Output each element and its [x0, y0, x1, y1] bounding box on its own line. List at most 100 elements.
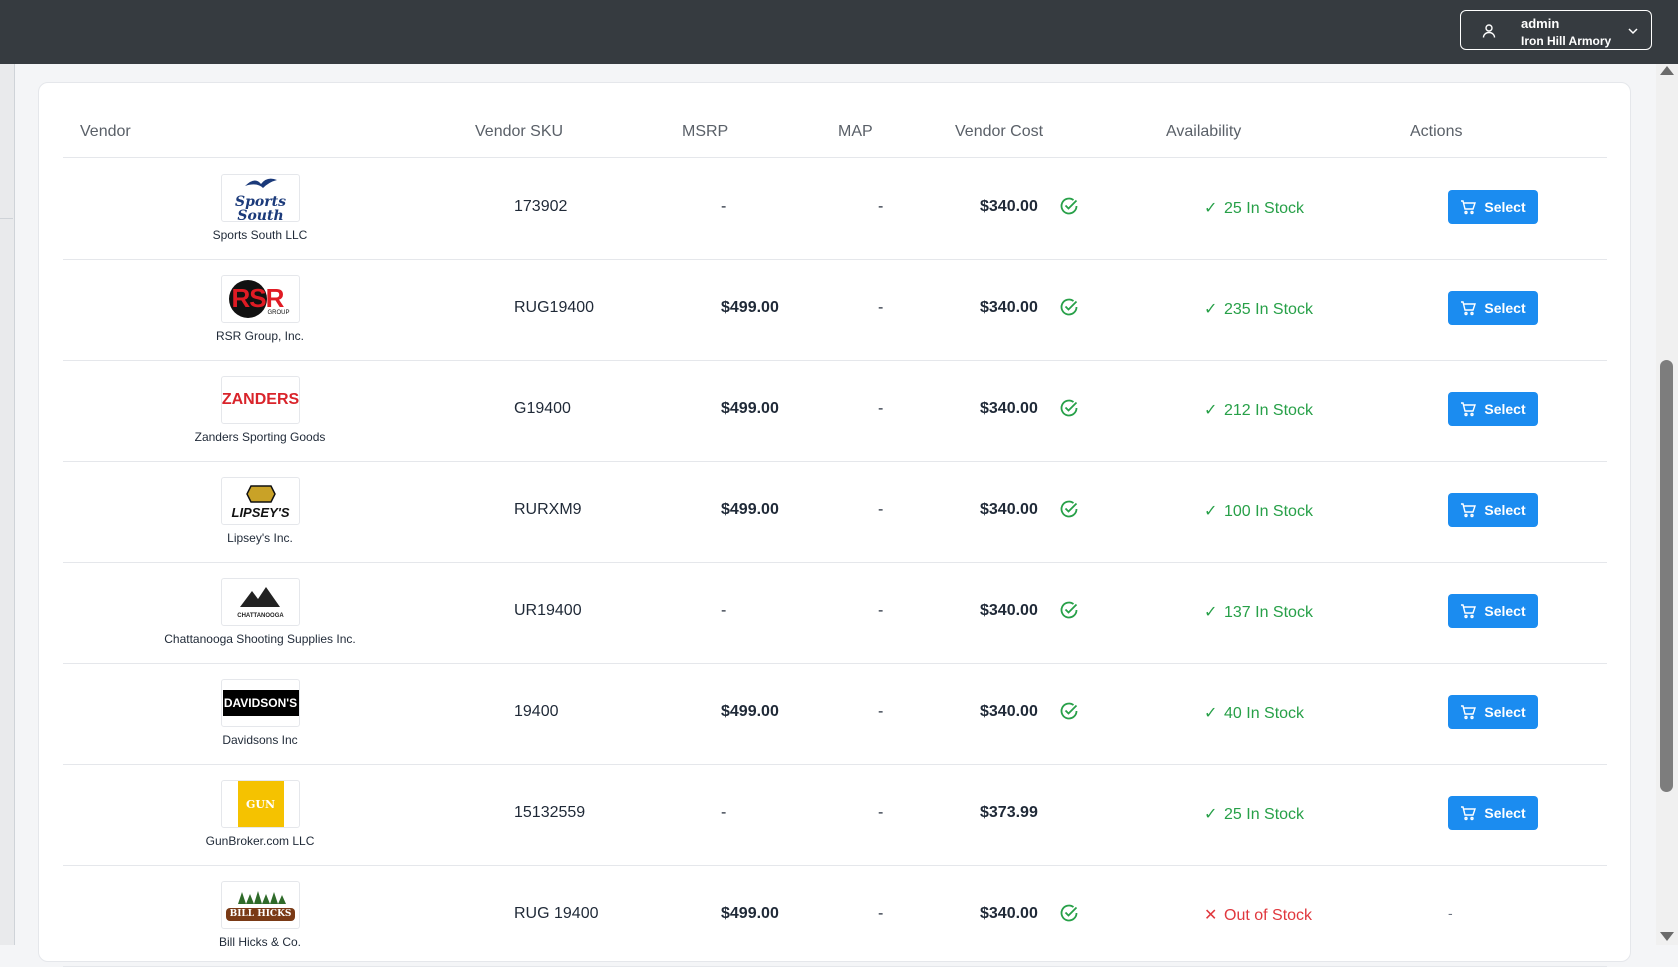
header-vendor-cost: Vendor Cost	[955, 123, 1044, 140]
vendor-sku: RUG19400	[514, 299, 595, 316]
select-button[interactable]: Select	[1448, 190, 1538, 224]
scroll-up-arrow-icon[interactable]	[1660, 66, 1674, 75]
availability-text: 235 In Stock	[1224, 301, 1313, 318]
cart-icon	[1461, 806, 1477, 821]
cart-icon	[1461, 402, 1477, 417]
logo-subtext: GROUP	[267, 310, 290, 316]
gunbroker-logo: GUN	[237, 781, 284, 827]
lipseys-logo: LIPSEY'S	[232, 484, 290, 519]
select-button[interactable]: Select	[1448, 493, 1538, 527]
table-row: BILL HICKS Bill Hicks & Co. RUG 19400 $4…	[63, 865, 1607, 967]
select-button[interactable]: Select	[1448, 392, 1538, 426]
check-circle-icon	[1060, 500, 1078, 518]
side-panel-divider	[0, 64, 13, 219]
availability-status: ✕ Out of Stock	[1204, 905, 1312, 925]
check-icon: ✓	[1204, 301, 1218, 318]
user-menu-button[interactable]: admin Iron Hill Armory	[1460, 10, 1652, 50]
vendor-cost: $340.00	[980, 198, 1038, 215]
vendor-cost: $340.00	[980, 703, 1038, 720]
vendor-logo: CHATTANOOGA	[221, 578, 300, 626]
check-circle-icon	[1060, 197, 1078, 215]
user-name: admin	[1521, 16, 1560, 31]
msrp-value: $499.00	[721, 703, 779, 720]
select-button[interactable]: Select	[1448, 695, 1538, 729]
select-label: Select	[1484, 603, 1526, 619]
availability-text: Out of Stock	[1224, 907, 1313, 924]
vendor-name: Zanders Sporting Goods	[194, 430, 326, 444]
vendor-name: Chattanooga Shooting Supplies Inc.	[164, 632, 356, 646]
select-label: Select	[1484, 805, 1526, 821]
x-icon: ✕	[1204, 907, 1218, 924]
vendor-sku: RUG 19400	[514, 905, 599, 922]
check-circle-icon	[1060, 298, 1078, 316]
user-icon	[1482, 24, 1496, 38]
vendor-logo: DAVIDSON'S	[221, 679, 300, 727]
cart-icon	[1461, 200, 1477, 215]
vendor-name: Sports South LLC	[212, 228, 308, 242]
availability-text: 212 In Stock	[1224, 402, 1313, 419]
vendor-name: Davidsons Inc	[222, 733, 298, 747]
vendor-name: Bill Hicks & Co.	[218, 935, 301, 949]
check-icon: ✓	[1204, 503, 1218, 520]
map-value: -	[878, 299, 884, 316]
select-label: Select	[1484, 401, 1526, 417]
logo-text: Sports South	[235, 193, 286, 222]
vendor-cost: $340.00	[980, 501, 1038, 518]
logo-text: CHATTANOOGA	[237, 613, 284, 619]
top-bar: admin Iron Hill Armory	[0, 0, 1678, 64]
table-row: DAVIDSON'S Davidsons Inc 19400 $499.00 -…	[63, 663, 1607, 765]
vendor-name: RSR Group, Inc.	[215, 329, 305, 343]
mountain-icon	[240, 587, 281, 607]
select-button[interactable]: Select	[1448, 594, 1538, 628]
cart-icon	[1461, 301, 1477, 316]
vendor-cost: $340.00	[980, 299, 1038, 316]
sports-south-logo: Sports South	[222, 175, 299, 222]
trees-icon	[237, 890, 286, 904]
cart-icon	[1461, 604, 1477, 619]
table-row: CHATTANOOGA Chattanooga Shooting Supplie…	[63, 562, 1607, 664]
table-row: RSR GROUP RSR Group, Inc. RUG19400 $499.…	[63, 259, 1607, 361]
vendor-sku: 173902	[514, 198, 568, 215]
vendor-sku: 19400	[514, 703, 559, 720]
vertical-scrollbar[interactable]	[1656, 64, 1678, 945]
user-organization: Iron Hill Armory	[1521, 34, 1612, 48]
scroll-down-arrow-icon[interactable]	[1660, 932, 1674, 941]
select-label: Select	[1484, 502, 1526, 518]
check-circle-icon	[1060, 702, 1078, 720]
vendor-cost: $373.99	[980, 804, 1038, 821]
availability-status: ✓ 100 In Stock	[1204, 501, 1313, 521]
header-actions: Actions	[1410, 123, 1463, 140]
check-icon: ✓	[1204, 200, 1218, 217]
logo-text: BILL HICKS	[225, 907, 296, 921]
map-value: -	[878, 501, 884, 518]
map-value: -	[878, 602, 884, 619]
check-icon: ✓	[1204, 402, 1218, 419]
chattanooga-logo: CHATTANOOGA	[237, 585, 284, 619]
map-value: -	[878, 703, 884, 720]
msrp-value: $499.00	[721, 299, 779, 316]
header-vendor: Vendor	[80, 123, 131, 140]
table-header: Vendor Vendor SKU MSRP MAP Vendor Cost A…	[39, 83, 1630, 157]
map-value: -	[878, 804, 884, 821]
msrp-value: $499.00	[721, 501, 779, 518]
no-action: -	[1448, 905, 1453, 921]
vendor-cost: $340.00	[980, 602, 1038, 619]
table-row: LIPSEY'S Lipsey's Inc. RURXM9 $499.00 - …	[63, 461, 1607, 563]
check-icon: ✓	[1204, 806, 1218, 823]
availability-status: ✓ 25 In Stock	[1204, 804, 1304, 824]
select-button[interactable]: Select	[1448, 291, 1538, 325]
msrp-value: -	[721, 198, 727, 215]
availability-status: ✓ 212 In Stock	[1204, 400, 1313, 420]
logo-text: GUN	[245, 797, 276, 811]
check-icon: ✓	[1204, 705, 1218, 722]
availability-text: 40 In Stock	[1224, 705, 1305, 722]
select-button[interactable]: Select	[1448, 796, 1538, 830]
select-label: Select	[1484, 199, 1526, 215]
select-label: Select	[1484, 300, 1526, 316]
scrollbar-thumb[interactable]	[1660, 360, 1673, 792]
availability-text: 100 In Stock	[1224, 503, 1313, 520]
cart-icon	[1461, 705, 1477, 720]
vendor-name: GunBroker.com LLC	[205, 834, 315, 848]
availability-text: 25 In Stock	[1224, 806, 1305, 823]
bird-icon	[244, 178, 277, 188]
